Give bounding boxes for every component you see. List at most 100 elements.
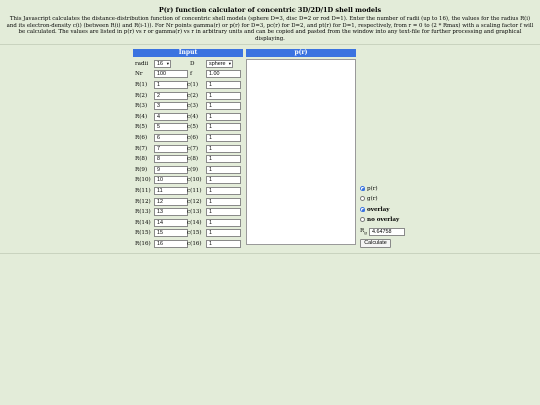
dimension-select[interactable]: sphere ▾ bbox=[206, 60, 233, 68]
nr-input[interactable]: 100 bbox=[154, 70, 188, 78]
radius-input[interactable]: 15 bbox=[154, 229, 188, 238]
density-label: c(5) bbox=[187, 124, 199, 131]
radius-input[interactable]: 4 bbox=[154, 112, 188, 121]
density-input[interactable]: 1 bbox=[206, 102, 241, 111]
table-row: R(9) 9 c(9) 1 bbox=[135, 165, 243, 176]
density-label: c(3) bbox=[187, 103, 199, 110]
density-input[interactable]: 1 bbox=[206, 91, 241, 100]
rg-output[interactable]: 4.64758 bbox=[369, 228, 405, 236]
pr-radio-label: p(r) bbox=[367, 186, 378, 192]
no-overlay-radio[interactable] bbox=[360, 217, 365, 222]
option-gr[interactable]: g(r) bbox=[360, 196, 378, 205]
f-input[interactable]: 1.00 bbox=[206, 70, 241, 78]
radius-input[interactable]: 14 bbox=[154, 218, 188, 227]
table-row: R(14) 14 c(14) 1 bbox=[135, 218, 243, 229]
radius-label: R(9) bbox=[135, 166, 148, 173]
radius-label: R(7) bbox=[135, 145, 148, 152]
bottom-divider bbox=[0, 253, 540, 254]
density-label: c(6) bbox=[187, 135, 199, 141]
table-row: R(10) 10 c(10) 1 bbox=[135, 176, 243, 186]
pr-panel-header: p(r) bbox=[246, 49, 356, 57]
pr-radio[interactable] bbox=[360, 186, 365, 191]
page-description: This Javascript calculates the distance-… bbox=[6, 16, 534, 42]
radii-label: radii bbox=[135, 61, 149, 67]
radius-input[interactable]: 1 bbox=[154, 81, 188, 89]
option-pr[interactable]: p(r) bbox=[360, 186, 378, 195]
radius-input[interactable]: 16 bbox=[154, 240, 188, 248]
density-label: c(11) bbox=[187, 188, 202, 194]
table-row: R(3) 3 c(3) 1 bbox=[135, 102, 243, 112]
density-input[interactable]: 1 bbox=[206, 240, 241, 248]
option-no-overlay[interactable]: no overlay bbox=[360, 217, 399, 226]
rg-row: Rg 4.64758 bbox=[360, 228, 405, 237]
radius-input[interactable]: 8 bbox=[154, 155, 188, 164]
table-row: R(5) 5 c(5) 1 bbox=[135, 123, 243, 133]
table-row: R(16) 16 c(16) 1 bbox=[135, 240, 243, 250]
density-input[interactable]: 1 bbox=[206, 208, 241, 217]
nr-row: Nr 100 f 1.00 bbox=[135, 70, 243, 80]
table-row: R(8) 8 c(8) 1 bbox=[135, 155, 243, 165]
radius-label: R(6) bbox=[135, 135, 148, 141]
density-input[interactable]: 1 bbox=[206, 187, 241, 195]
density-input[interactable]: 1 bbox=[206, 155, 241, 164]
overlay-radio[interactable] bbox=[360, 207, 365, 212]
pr-output-textarea[interactable] bbox=[246, 59, 356, 245]
density-input[interactable]: 1 bbox=[206, 176, 241, 185]
density-input[interactable]: 1 bbox=[206, 165, 241, 174]
density-label: c(7) bbox=[187, 145, 199, 152]
radius-input[interactable]: 5 bbox=[154, 123, 188, 132]
d-label: D bbox=[190, 61, 195, 67]
density-input[interactable]: 1 bbox=[206, 197, 241, 206]
density-label: c(14) bbox=[187, 219, 202, 226]
chevron-down-icon: ▾ bbox=[228, 61, 231, 66]
radius-label: R(10) bbox=[135, 177, 151, 184]
density-label: c(9) bbox=[187, 166, 199, 173]
option-overlay[interactable]: overlay bbox=[360, 207, 390, 216]
radius-input[interactable]: 2 bbox=[154, 91, 188, 100]
gr-radio[interactable] bbox=[360, 196, 365, 201]
radius-input[interactable]: 6 bbox=[154, 134, 188, 142]
radius-label: R(4) bbox=[135, 113, 148, 120]
radius-input[interactable]: 13 bbox=[154, 208, 188, 217]
radius-label: R(13) bbox=[135, 209, 151, 216]
table-row: R(12) 12 c(12) 1 bbox=[135, 197, 243, 208]
table-row: R(15) 15 c(15) 1 bbox=[135, 229, 243, 239]
radius-label: R(1) bbox=[135, 82, 148, 88]
radii-select[interactable]: 16 ▾ bbox=[154, 60, 171, 68]
density-input[interactable]: 1 bbox=[206, 134, 241, 142]
density-label: c(12) bbox=[187, 198, 202, 205]
radius-label: R(11) bbox=[135, 188, 151, 194]
calculate-button[interactable]: Calculate bbox=[360, 239, 391, 248]
table-row: R(11) 11 c(11) 1 bbox=[135, 187, 243, 197]
density-input[interactable]: 1 bbox=[206, 81, 241, 89]
density-input[interactable]: 1 bbox=[206, 229, 241, 238]
input-panel-header: Input bbox=[133, 49, 243, 57]
density-input[interactable]: 1 bbox=[206, 123, 241, 132]
density-input[interactable]: 1 bbox=[206, 218, 241, 227]
no-overlay-radio-label: no overlay bbox=[367, 217, 400, 223]
radius-label: R(12) bbox=[135, 198, 151, 205]
density-input[interactable]: 1 bbox=[206, 144, 241, 153]
radius-label: R(16) bbox=[135, 241, 151, 247]
radius-input[interactable]: 10 bbox=[154, 176, 188, 185]
radius-input[interactable]: 11 bbox=[154, 187, 188, 195]
density-label: c(4) bbox=[187, 113, 199, 120]
radius-input[interactable]: 3 bbox=[154, 102, 188, 111]
nr-label: Nr bbox=[135, 71, 143, 77]
radius-label: R(3) bbox=[135, 103, 148, 110]
radius-input[interactable]: 7 bbox=[154, 144, 188, 153]
radius-label: R(14) bbox=[135, 219, 151, 226]
gr-radio-label: g(r) bbox=[367, 196, 378, 202]
rg-label: Rg bbox=[360, 228, 367, 235]
radius-label: R(8) bbox=[135, 156, 148, 163]
page-title: P(r) function calculator of concentric 3… bbox=[158, 6, 382, 14]
density-input[interactable]: 1 bbox=[206, 112, 241, 121]
radius-input[interactable]: 12 bbox=[154, 197, 188, 206]
radius-input[interactable]: 9 bbox=[154, 165, 188, 174]
radius-label: R(5) bbox=[135, 124, 148, 131]
top-divider bbox=[0, 44, 540, 45]
table-row: R(13) 13 c(13) 1 bbox=[135, 208, 243, 218]
density-label: c(10) bbox=[187, 177, 202, 184]
f-label: f bbox=[190, 71, 193, 77]
density-label: c(2) bbox=[187, 92, 199, 99]
